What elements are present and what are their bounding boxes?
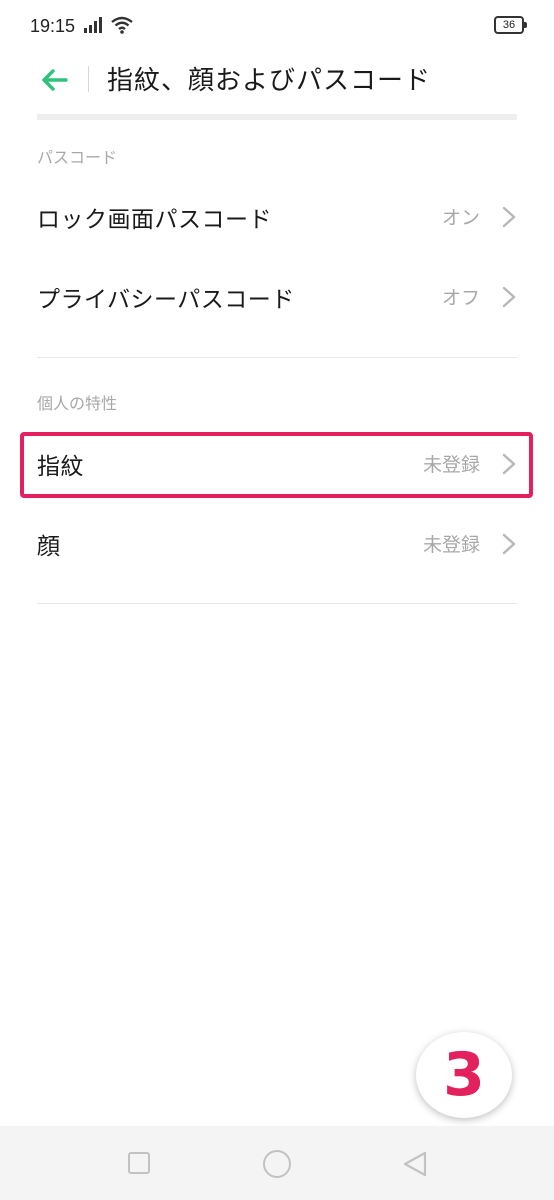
battery-icon: 36 <box>494 16 527 34</box>
chevron-right-icon <box>502 206 516 228</box>
page-title: 指紋、顔およびパスコード <box>107 66 432 96</box>
step-number: 3 <box>443 1040 485 1110</box>
app-header: 指紋、顔およびパスコード <box>0 52 554 108</box>
status-time: 19:15 <box>30 16 76 36</box>
row-value: 未登録 <box>422 534 480 556</box>
chevron-right-icon <box>502 533 516 555</box>
status-bar: 19:15 36 <box>0 0 554 52</box>
arrow-left-icon <box>42 69 68 91</box>
system-nav-bar <box>0 1126 554 1200</box>
fingerprint-highlight-annotation <box>20 432 533 498</box>
back-triangle-icon[interactable] <box>402 1150 428 1178</box>
section-divider <box>37 357 517 358</box>
row-value: オフ <box>441 287 480 309</box>
home-icon[interactable] <box>263 1150 291 1178</box>
wifi-icon <box>111 16 133 34</box>
row-label: ロック画面パスコード <box>37 207 272 233</box>
back-button[interactable] <box>34 60 74 100</box>
section-divider <box>37 603 517 604</box>
section-label-passcode: パスコード <box>37 148 118 167</box>
section-label-personal-traits: 個人の特性 <box>37 394 118 413</box>
header-separator <box>37 114 517 120</box>
signal-icon <box>84 17 102 33</box>
row-value: オン <box>441 207 480 229</box>
chevron-right-icon <box>502 286 516 308</box>
battery-level: 36 <box>502 19 516 31</box>
row-label: プライバシーパスコード <box>37 287 295 313</box>
step-badge: 3 <box>416 1032 512 1118</box>
face-row[interactable]: 顔 未登録 <box>0 503 554 583</box>
row-label: 顔 <box>37 534 61 560</box>
lock-screen-passcode-row[interactable]: ロック画面パスコード オン <box>0 176 554 256</box>
privacy-passcode-row[interactable]: プライバシーパスコード オフ <box>0 256 554 336</box>
header-divider <box>88 66 89 92</box>
recent-apps-icon[interactable] <box>128 1152 150 1174</box>
